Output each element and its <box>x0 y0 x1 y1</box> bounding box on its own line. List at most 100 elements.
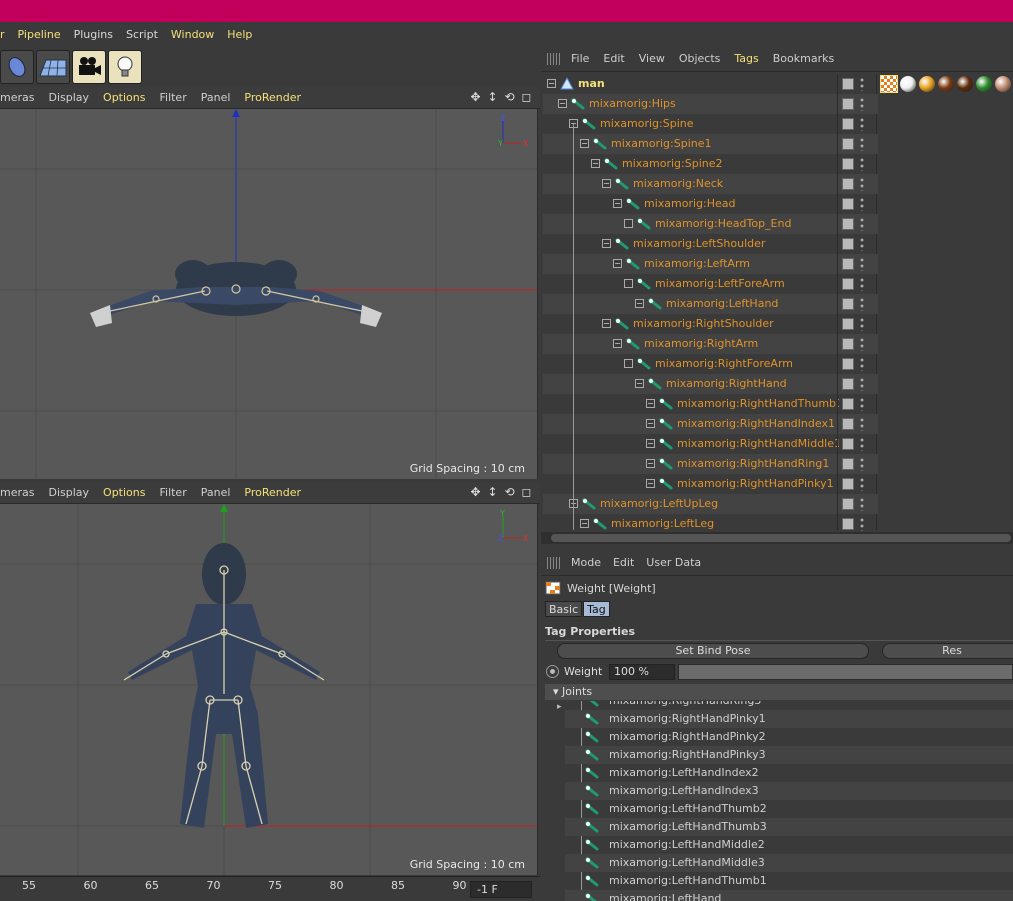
expand-toggle-icon[interactable]: − <box>580 139 589 148</box>
visibility-toggle-icon[interactable] <box>842 118 854 130</box>
joint-list-item[interactable]: mixamorig:LeftHandThumb3 <box>565 818 1013 836</box>
object-tree-row[interactable]: − mixamorig:RightHandRing1 <box>543 454 839 474</box>
object-tree-row[interactable]: − mixamorig:Head <box>543 194 839 214</box>
move-view-icon[interactable]: ✥ <box>468 485 483 500</box>
expand-toggle-icon[interactable]: − <box>558 99 567 108</box>
menu-item-3[interactable]: Script <box>126 28 158 41</box>
om-menu-edit[interactable]: Edit <box>603 52 624 65</box>
joint-list-item[interactable]: mixamorig:LeftHandMiddle2 <box>565 836 1013 854</box>
vp-menu-prorender[interactable]: ProRender <box>244 486 301 499</box>
editor-render-dots-icon[interactable] <box>860 437 864 451</box>
object-tree-row[interactable]: −mixamorig:LeftUpLeg <box>543 494 839 514</box>
object-manager-scrollbar[interactable] <box>541 532 1013 544</box>
expand-arrow-icon[interactable]: ▸ <box>557 702 562 712</box>
om-menu-view[interactable]: View <box>639 52 665 65</box>
visibility-toggle-icon[interactable] <box>842 258 854 270</box>
visibility-toggle-icon[interactable] <box>842 298 854 310</box>
joints-list[interactable]: mixamorig:RightHandRing3 mixamorig:RightH… <box>565 701 1013 901</box>
editor-render-dots-icon[interactable] <box>860 197 864 211</box>
editor-render-dots-icon[interactable] <box>860 77 864 91</box>
floor-button[interactable] <box>36 50 70 84</box>
editor-render-dots-icon[interactable] <box>860 417 864 431</box>
expand-toggle-icon[interactable]: − <box>646 479 655 488</box>
object-tree-row[interactable]: − mixamorig:LeftShoulder <box>543 234 839 254</box>
joint-list-item[interactable]: mixamorig:RightHandPinky1 <box>565 710 1013 728</box>
editor-render-dots-icon[interactable] <box>860 237 864 251</box>
editor-render-dots-icon[interactable] <box>860 317 864 331</box>
visibility-toggle-icon[interactable] <box>842 478 854 490</box>
joint-list-item[interactable]: mixamorig:LeftHand <box>565 890 1013 901</box>
editor-render-dots-icon[interactable] <box>860 457 864 471</box>
visibility-toggle-icon[interactable] <box>842 318 854 330</box>
object-tree[interactable]: −man−mixamorig:Hips−mixamorig:Spine−mixa… <box>543 74 839 530</box>
object-tree-row[interactable]: − mixamorig:Spine2 <box>543 154 839 174</box>
vp-menu-options[interactable]: Options <box>103 486 145 499</box>
expand-toggle-icon[interactable]: − <box>635 299 644 308</box>
rotate-view-icon[interactable]: ⟲ <box>502 485 517 500</box>
editor-render-dots-icon[interactable] <box>860 377 864 391</box>
visibility-toggle-icon[interactable] <box>842 278 854 290</box>
timeline-ruler[interactable]: 55 60 65 70 75 80 85 90 -1 F <box>0 876 540 901</box>
material-tag-icon[interactable] <box>919 76 935 92</box>
editor-render-dots-icon[interactable] <box>860 157 864 171</box>
vp-menu-display[interactable]: Display <box>48 91 89 104</box>
camera-button[interactable] <box>72 50 106 84</box>
editor-render-dots-icon[interactable] <box>860 257 864 271</box>
editor-render-dots-icon[interactable] <box>860 337 864 351</box>
vp-menu-panel[interactable]: Panel <box>201 486 231 499</box>
material-tag-icon[interactable] <box>976 76 992 92</box>
viewport-bottom-canvas[interactable]: Y Z X Grid Spacing : 10 cm <box>0 504 538 875</box>
visibility-toggle-icon[interactable] <box>842 178 854 190</box>
object-tree-row[interactable]: − mixamorig:RightHand <box>543 374 839 394</box>
visibility-toggle-icon[interactable] <box>842 238 854 250</box>
am-menu-edit[interactable]: Edit <box>613 556 634 569</box>
menu-item-0[interactable]: r <box>0 28 5 41</box>
expand-toggle-icon[interactable]: − <box>580 519 589 528</box>
visibility-toggle-icon[interactable] <box>842 498 854 510</box>
expand-toggle-icon[interactable]: − <box>602 239 611 248</box>
visibility-toggle-icon[interactable] <box>842 198 854 210</box>
joint-list-item[interactable]: mixamorig:LeftHandIndex2 <box>565 764 1013 782</box>
editor-render-dots-icon[interactable] <box>860 517 864 531</box>
object-tree-row[interactable]: mixamorig:HeadTop_End <box>543 214 839 234</box>
vp-menu-filter[interactable]: Filter <box>159 486 186 499</box>
expand-toggle-icon[interactable]: − <box>547 79 556 88</box>
menu-item-2[interactable]: Plugins <box>74 28 113 41</box>
editor-render-dots-icon[interactable] <box>860 477 864 491</box>
menu-item-5[interactable]: Help <box>227 28 252 41</box>
visibility-toggle-icon[interactable] <box>842 518 854 530</box>
joint-list-item[interactable]: mixamorig:LeftHandMiddle3 <box>565 854 1013 872</box>
expand-toggle-icon[interactable]: − <box>602 179 611 188</box>
vp-menu-cameras[interactable]: meras <box>0 486 34 499</box>
joint-list-item[interactable]: mixamorig:RightHandRing3 <box>565 701 1013 710</box>
visibility-toggle-icon[interactable] <box>842 338 854 350</box>
joint-list-item[interactable]: mixamorig:LeftHandThumb2 <box>565 800 1013 818</box>
expand-toggle-icon[interactable]: − <box>602 319 611 328</box>
visibility-toggle-icon[interactable] <box>842 98 854 110</box>
visibility-toggle-icon[interactable] <box>842 418 854 430</box>
object-tree-row[interactable]: mixamorig:RightForeArm <box>543 354 839 374</box>
light-button[interactable] <box>108 50 142 84</box>
expand-toggle-icon[interactable] <box>624 219 633 228</box>
expand-toggle-icon[interactable]: − <box>646 459 655 468</box>
expand-toggle-icon[interactable]: − <box>646 439 655 448</box>
material-tag-icon[interactable] <box>957 76 973 92</box>
dolly-view-icon[interactable]: ↕ <box>485 90 500 105</box>
editor-render-dots-icon[interactable] <box>860 397 864 411</box>
expand-toggle-icon[interactable] <box>624 279 633 288</box>
material-tag-icon[interactable] <box>995 76 1011 92</box>
expand-toggle-icon[interactable]: − <box>635 379 644 388</box>
expand-toggle-icon[interactable]: − <box>646 419 655 428</box>
am-menu-user-data[interactable]: User Data <box>646 556 701 569</box>
menu-item-1[interactable]: Pipeline <box>18 28 61 41</box>
object-tree-row[interactable]: −mixamorig:Spine <box>543 114 839 134</box>
weight-slider[interactable] <box>678 664 1013 680</box>
object-tree-row[interactable]: − mixamorig:LeftHand <box>543 294 839 314</box>
om-menu-file[interactable]: File <box>571 52 589 65</box>
vp-menu-panel[interactable]: Panel <box>201 91 231 104</box>
editor-render-dots-icon[interactable] <box>860 97 864 111</box>
weight-tag-icon[interactable] <box>880 75 898 93</box>
object-tree-row[interactable]: − mixamorig:Neck <box>543 174 839 194</box>
editor-render-dots-icon[interactable] <box>860 277 864 291</box>
object-tree-row[interactable]: mixamorig:LeftForeArm <box>543 274 839 294</box>
